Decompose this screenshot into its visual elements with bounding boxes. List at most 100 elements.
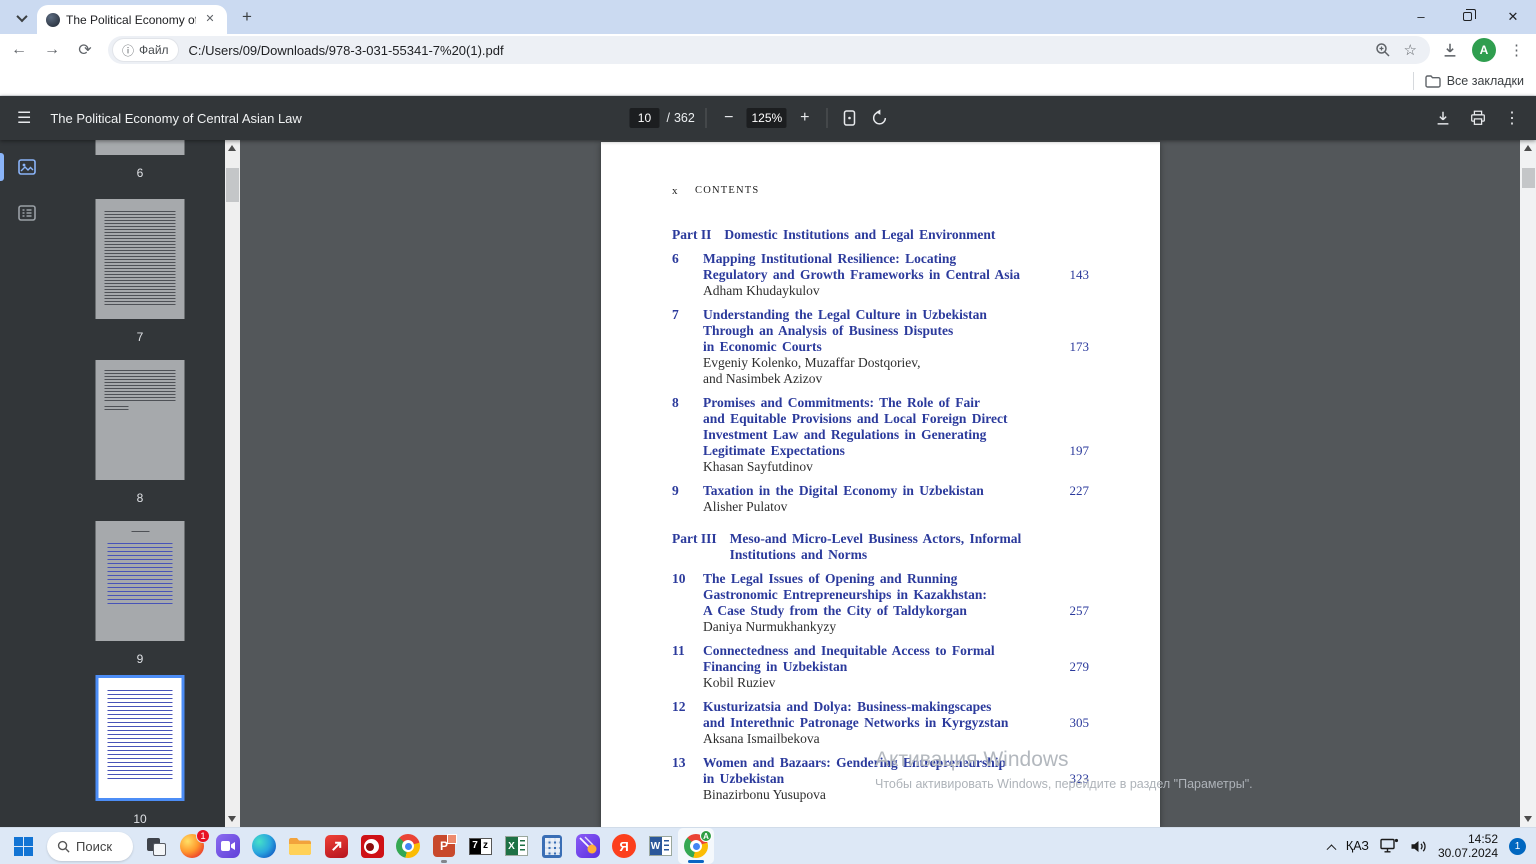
- zoom-level-input[interactable]: 125%: [747, 108, 787, 128]
- start-button[interactable]: [4, 829, 42, 863]
- tab-close-icon[interactable]: ✕: [202, 12, 218, 28]
- thumbnail-label: 6: [55, 166, 225, 180]
- edge-icon: [252, 834, 276, 858]
- rotate-button[interactable]: [869, 107, 891, 129]
- taskbar-app-word[interactable]: W: [642, 828, 678, 864]
- zoom-out-button[interactable]: −: [718, 107, 740, 129]
- browser-menu-icon[interactable]: ⋮: [1509, 41, 1524, 59]
- fit-to-page-button[interactable]: [839, 107, 861, 129]
- file-chip-label: Файл: [139, 43, 169, 57]
- viewer-scrollbar[interactable]: [1520, 140, 1536, 827]
- pdf-viewport[interactable]: x CONTENTS Part IIDomestic Institutions …: [240, 140, 1520, 827]
- part-label: Part III: [672, 531, 717, 563]
- thumbnail-page-9[interactable]: [96, 521, 185, 641]
- pdf-download-icon[interactable]: [1434, 109, 1452, 127]
- pdf-document-title: The Political Economy of Central Asian L…: [50, 111, 301, 126]
- entry-title: Promises and Commitments: The Role of Fa…: [703, 395, 1043, 459]
- network-icon[interactable]: [1380, 838, 1399, 854]
- taskbar-app-firefox[interactable]: 1: [174, 828, 210, 864]
- taskbar-app-calculator[interactable]: [534, 828, 570, 864]
- url-text[interactable]: C:/Users/09/Downloads/978-3-031-55341-7%…: [189, 43, 1375, 58]
- taskbar-app-red-eye[interactable]: [354, 828, 390, 864]
- thumbnail-label: 8: [55, 491, 225, 505]
- window-restore-button[interactable]: [1444, 0, 1490, 33]
- windows-activation-watermark: Активация Windows Чтобы активировать Win…: [875, 748, 1253, 791]
- taskbar-app-edge[interactable]: [246, 828, 282, 864]
- scroll-up-icon[interactable]: [228, 145, 236, 151]
- thumbnail-page-7[interactable]: [96, 199, 185, 319]
- taskbar-app-video-chat[interactable]: [210, 828, 246, 864]
- taskbar-app-chrome[interactable]: [390, 828, 426, 864]
- taskbar-app-excel[interactable]: X: [498, 828, 534, 864]
- comet-app-icon: [576, 834, 600, 858]
- clock[interactable]: 14:52 30.07.2024: [1438, 832, 1498, 860]
- page-roman-numeral: x: [672, 184, 695, 198]
- page-divider: /: [666, 111, 669, 125]
- bookmarks-bar: Все закладки: [0, 66, 1536, 96]
- scrollbar-thumb[interactable]: [1522, 168, 1535, 188]
- language-indicator[interactable]: ҚАЗ: [1346, 839, 1369, 853]
- thumbnails-panel-button[interactable]: [14, 154, 40, 180]
- taskbar-app-file-explorer[interactable]: [282, 828, 318, 864]
- taskbar-app-comet[interactable]: [570, 828, 606, 864]
- scrollbar-thumb[interactable]: [226, 168, 239, 202]
- forward-button[interactable]: →: [38, 36, 66, 64]
- zoom-magnifier-icon[interactable]: [1375, 42, 1391, 58]
- outline-panel-button[interactable]: [14, 200, 40, 226]
- taskbar-app-powerpoint[interactable]: P: [426, 828, 462, 864]
- taskbar-app-chrome-active[interactable]: A: [678, 828, 714, 864]
- all-bookmarks-label[interactable]: Все закладки: [1447, 74, 1524, 88]
- bookmark-star-icon[interactable]: ☆: [1404, 41, 1417, 59]
- tray-date: 30.07.2024: [1438, 846, 1498, 860]
- thumbnail-page-8[interactable]: [96, 360, 185, 480]
- taskbar-app-red-arrow[interactable]: [318, 828, 354, 864]
- downloads-icon[interactable]: [1441, 41, 1459, 59]
- window-close-button[interactable]: ✕: [1490, 0, 1536, 33]
- watermark-title: Активация Windows: [875, 748, 1253, 772]
- hidden-icons-chevron[interactable]: [1326, 844, 1336, 854]
- taskbar-search[interactable]: Поиск: [47, 832, 133, 861]
- taskbar-app-7zip[interactable]: 7z: [462, 828, 498, 864]
- reload-button[interactable]: ⟳: [71, 36, 99, 64]
- entry-page-number: 143: [1043, 267, 1089, 283]
- window-minimize-button[interactable]: –: [1398, 0, 1444, 33]
- browser-toolbar: ← → ⟳ ⓘ Файл C:/Users/09/Downloads/978-3…: [0, 34, 1536, 66]
- pdf-menu-icon[interactable]: ☰: [17, 108, 31, 128]
- entry-number: 7: [672, 307, 703, 355]
- page-number-input[interactable]: 10: [629, 108, 659, 128]
- entry-number: 9: [672, 483, 703, 499]
- back-button[interactable]: ←: [5, 36, 33, 64]
- toc-entry: 7Understanding the Legal Culture in Uzbe…: [672, 307, 1089, 387]
- file-scheme-chip[interactable]: ⓘ Файл: [113, 39, 178, 61]
- entry-authors: Kobil Ruziev: [703, 675, 1089, 691]
- print-icon[interactable]: [1469, 109, 1487, 127]
- scroll-down-icon[interactable]: [1524, 816, 1532, 822]
- profile-avatar[interactable]: A: [1472, 38, 1496, 62]
- thumbnails-scrollbar[interactable]: [225, 140, 240, 827]
- scroll-down-icon[interactable]: [228, 816, 236, 822]
- toc-part-heading: Part IIDomestic Institutions and Legal E…: [672, 227, 1089, 243]
- pdf-toolbar: ☰ The Political Economy of Central Asian…: [0, 96, 1536, 140]
- pdf-more-options-icon[interactable]: ⋮: [1504, 108, 1520, 128]
- toc-entry: 6Mapping Institutional Resilience: Locat…: [672, 251, 1089, 299]
- yandex-icon: Я: [612, 834, 636, 858]
- address-bar[interactable]: ⓘ Файл C:/Users/09/Downloads/978-3-031-5…: [108, 36, 1430, 64]
- entry-number: 13: [672, 755, 703, 787]
- page-header: x CONTENTS: [672, 184, 1089, 198]
- scroll-up-icon[interactable]: [1524, 145, 1532, 151]
- entry-authors: Khasan Sayfutdinov: [703, 459, 1089, 475]
- new-tab-button[interactable]: +: [234, 4, 260, 30]
- thumbnail-page-6[interactable]: [96, 140, 185, 155]
- tab-search-button[interactable]: [9, 6, 35, 30]
- notification-count-badge[interactable]: 1: [1509, 838, 1526, 855]
- thumbnail-page-10-current[interactable]: [96, 675, 185, 801]
- entry-authors: Daniya Nurmukhankyzy: [703, 619, 1089, 635]
- volume-icon[interactable]: [1410, 839, 1427, 854]
- active-tab[interactable]: The Political Economy of Centr ✕: [37, 5, 227, 34]
- watermark-subtitle: Чтобы активировать Windows, перейдите в …: [875, 777, 1253, 791]
- entry-authors: Alisher Pulatov: [703, 499, 1089, 515]
- taskbar-app-yandex[interactable]: Я: [606, 828, 642, 864]
- divider: [827, 108, 828, 128]
- zoom-in-button[interactable]: +: [794, 107, 816, 129]
- task-view-button[interactable]: [138, 828, 174, 864]
